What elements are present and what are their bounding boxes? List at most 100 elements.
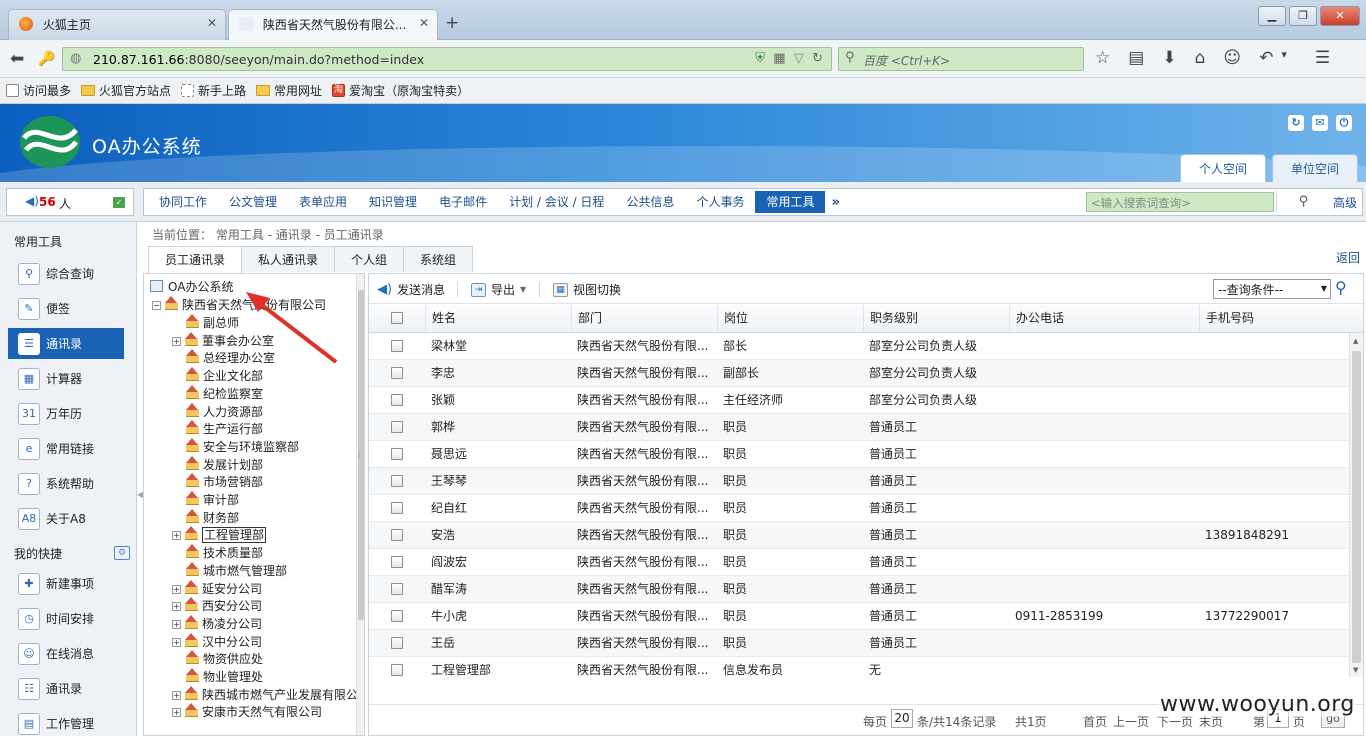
sidebar-item-shortcut-0[interactable]: ✚ 新建事项 [8,568,124,599]
menu-more-icon[interactable]: » [825,195,839,210]
expand-icon[interactable]: + [172,602,181,612]
tab-addressbook-1[interactable]: 私人通讯录 [241,246,336,272]
tab-addressbook-3[interactable]: 系统组 [403,246,474,272]
sidebar-item-tool-7[interactable]: A8 关于A8 [8,503,124,534]
row-checkbox[interactable] [369,630,425,656]
close-window-icon[interactable]: ✕ [1320,6,1360,26]
scroll-down-icon[interactable]: ▼ [1353,666,1358,674]
table-row[interactable]: 安浩 陕西省天然气股份有限... 职员 普通员工 13891848291 [369,522,1349,549]
maximize-icon[interactable]: ❐ [1289,6,1317,26]
browser-search-box[interactable]: ⚲ 百度 <Ctrl+K> [838,47,1084,71]
table-row[interactable]: 郭桦 陕西省天然气股份有限... 职员 普通员工 [369,414,1349,441]
more-dropdown-icon[interactable]: ▾ [1281,48,1287,68]
bookmark-common-sites[interactable]: 常用网址 [256,82,322,99]
tree-node[interactable]: + 工程管理部 [172,526,267,544]
qr-icon[interactable]: ▦ [773,51,785,66]
chat-icon[interactable]: ☺ [1223,48,1241,68]
back-arrow-icon[interactable]: ⬅ [10,49,24,69]
row-checkbox[interactable] [369,576,425,602]
table-row[interactable]: 李忠 陕西省天然气股份有限... 副部长 部室分公司负责人级 [369,360,1349,387]
expand-icon[interactable]: + [172,584,181,594]
tree-node[interactable]: + 汉中分公司 [172,632,262,651]
close-tab-icon[interactable]: ✕ [419,16,429,30]
tree-root[interactable]: OA办公系统 [150,279,233,296]
expand-icon[interactable]: + [172,637,181,647]
tree-node[interactable]: 物资供应处 [186,650,263,668]
sidebar-item-shortcut-4[interactable]: ▤ 工作管理 [8,708,124,736]
table-row[interactable]: 牛小虎 陕西省天然气股份有限... 职员 普通员工 0911-2853199 137722… [369,603,1349,630]
scroll-up-icon[interactable]: ▲ [1353,337,1358,345]
tree-node[interactable]: + 陕西城市燃气产业发展有限公 [172,685,358,704]
sidebar-item-tool-0[interactable]: ⚲ 综合查询 [8,258,124,289]
browser-tab-home[interactable]: 火狐主页 ✕ [8,9,226,40]
tree-node[interactable]: 物业管理处 [186,668,263,686]
tree-node[interactable]: 副总师 [186,314,239,332]
bookmark-getting-started[interactable]: 新手上路 [181,82,246,99]
table-row[interactable]: 工程管理部 陕西省天然气股份有限... 信息发布员 无 [369,657,1349,677]
shield-icon[interactable]: ⛨ [755,51,765,66]
prev-page-link[interactable]: 上一页 [1113,713,1149,730]
bookmark-star-icon[interactable]: ☆ [1095,48,1110,68]
tree-node[interactable]: 发展计划部 [186,455,263,474]
row-checkbox[interactable] [369,441,425,467]
minimize-icon[interactable]: ▁ [1258,6,1286,26]
collapse-icon[interactable]: − [152,301,161,310]
column-header-dept[interactable]: 部门 [571,305,717,332]
identity-key-icon[interactable]: 🔑 [38,51,55,67]
tree-node[interactable]: 财务部 [186,508,239,527]
row-checkbox[interactable] [369,495,425,521]
row-checkbox[interactable] [369,657,425,677]
column-header-name[interactable]: 姓名 [425,305,571,332]
first-page-link[interactable]: 首页 [1083,713,1107,730]
menu-item-1[interactable]: 公文管理 [218,191,288,213]
tree-node[interactable]: + 杨凌分公司 [172,614,262,633]
column-header-post[interactable]: 岗位 [717,305,863,332]
sidebar-item-tool-4[interactable]: 31 万年历 [8,398,124,429]
table-row[interactable]: 王琴琴 陕西省天然气股份有限... 职员 普通员工 [369,468,1349,495]
undo-icon[interactable]: ↶ [1259,48,1273,68]
per-page-input[interactable]: 20 [891,709,913,728]
send-message-button[interactable]: ◀) 发送消息 [377,281,445,298]
global-search-button[interactable]: ⚲ [1276,191,1330,213]
url-bar[interactable]: ◍ 210.87.161.66:8080/seeyon/main.do?meth… [62,47,832,71]
tree-node[interactable]: 生产运行部 [186,420,263,438]
query-search-icon[interactable]: ⚲ [1335,278,1347,297]
expand-icon[interactable]: + [172,708,181,718]
tree-node[interactable]: + 西安分公司 [172,597,262,615]
global-search-input[interactable]: <输入搜索词查询> [1086,192,1274,212]
reading-list-icon[interactable]: ▤ [1128,48,1144,68]
table-row[interactable]: 阎波宏 陕西省天然气股份有限... 职员 普通员工 [369,549,1349,576]
table-row[interactable]: 张颖 陕西省天然气股份有限... 主任经济师 部室分公司负责人级 [369,387,1349,414]
tree-node[interactable]: + 延安分公司 [172,579,262,598]
menu-item-7[interactable]: 个人事务 [685,191,755,213]
sidebar-item-tool-2[interactable]: ☰ 通讯录 [8,328,124,359]
tree-scrollbar[interactable] [356,274,364,735]
grid-scrollbar[interactable]: ▲ ▼ [1349,333,1363,677]
export-button[interactable]: ⇥ 导出 ▼ [471,281,526,298]
menu-item-3[interactable]: 知识管理 [358,191,428,213]
panel-splitter[interactable]: ⁞ [358,450,361,459]
column-header-mobile[interactable]: 手机号码 [1199,305,1349,332]
download-icon[interactable]: ⬇ [1162,48,1176,68]
view-switch-button[interactable]: ▦ 视图切换 [553,281,621,298]
row-checkbox[interactable] [369,603,425,629]
dropdown-icon[interactable]: ▽ [794,51,804,66]
sidebar-item-shortcut-3[interactable]: ☷ 通讯录 [8,673,124,704]
table-row[interactable]: 醋军涛 陕西省天然气股份有限... 职员 普通员工 [369,576,1349,603]
row-checkbox[interactable] [369,468,425,494]
expand-icon[interactable]: + [172,619,181,629]
table-row[interactable]: 纪自红 陕西省天然气股份有限... 职员 普通员工 [369,495,1349,522]
sidebar-item-tool-1[interactable]: ✎ 便签 [8,293,124,324]
menu-item-6[interactable]: 公共信息 [615,191,685,213]
menu-item-2[interactable]: 表单应用 [288,191,358,213]
status-check-icon[interactable]: ✓ [113,197,125,208]
tree-node[interactable]: 人力资源部 [186,402,263,421]
close-tab-icon[interactable]: ✕ [207,16,217,30]
back-link[interactable]: 返回 [1336,249,1360,266]
tree-node[interactable]: + 安康市天然气有限公司 [172,703,322,721]
row-checkbox[interactable] [369,333,425,359]
email-icon[interactable]: ✉ [1312,115,1328,131]
column-header-level[interactable]: 职务级别 [863,305,1009,332]
shortcut-settings-icon[interactable]: ⚙ [114,546,130,560]
sidebar-item-tool-6[interactable]: ? 系统帮助 [8,468,124,499]
